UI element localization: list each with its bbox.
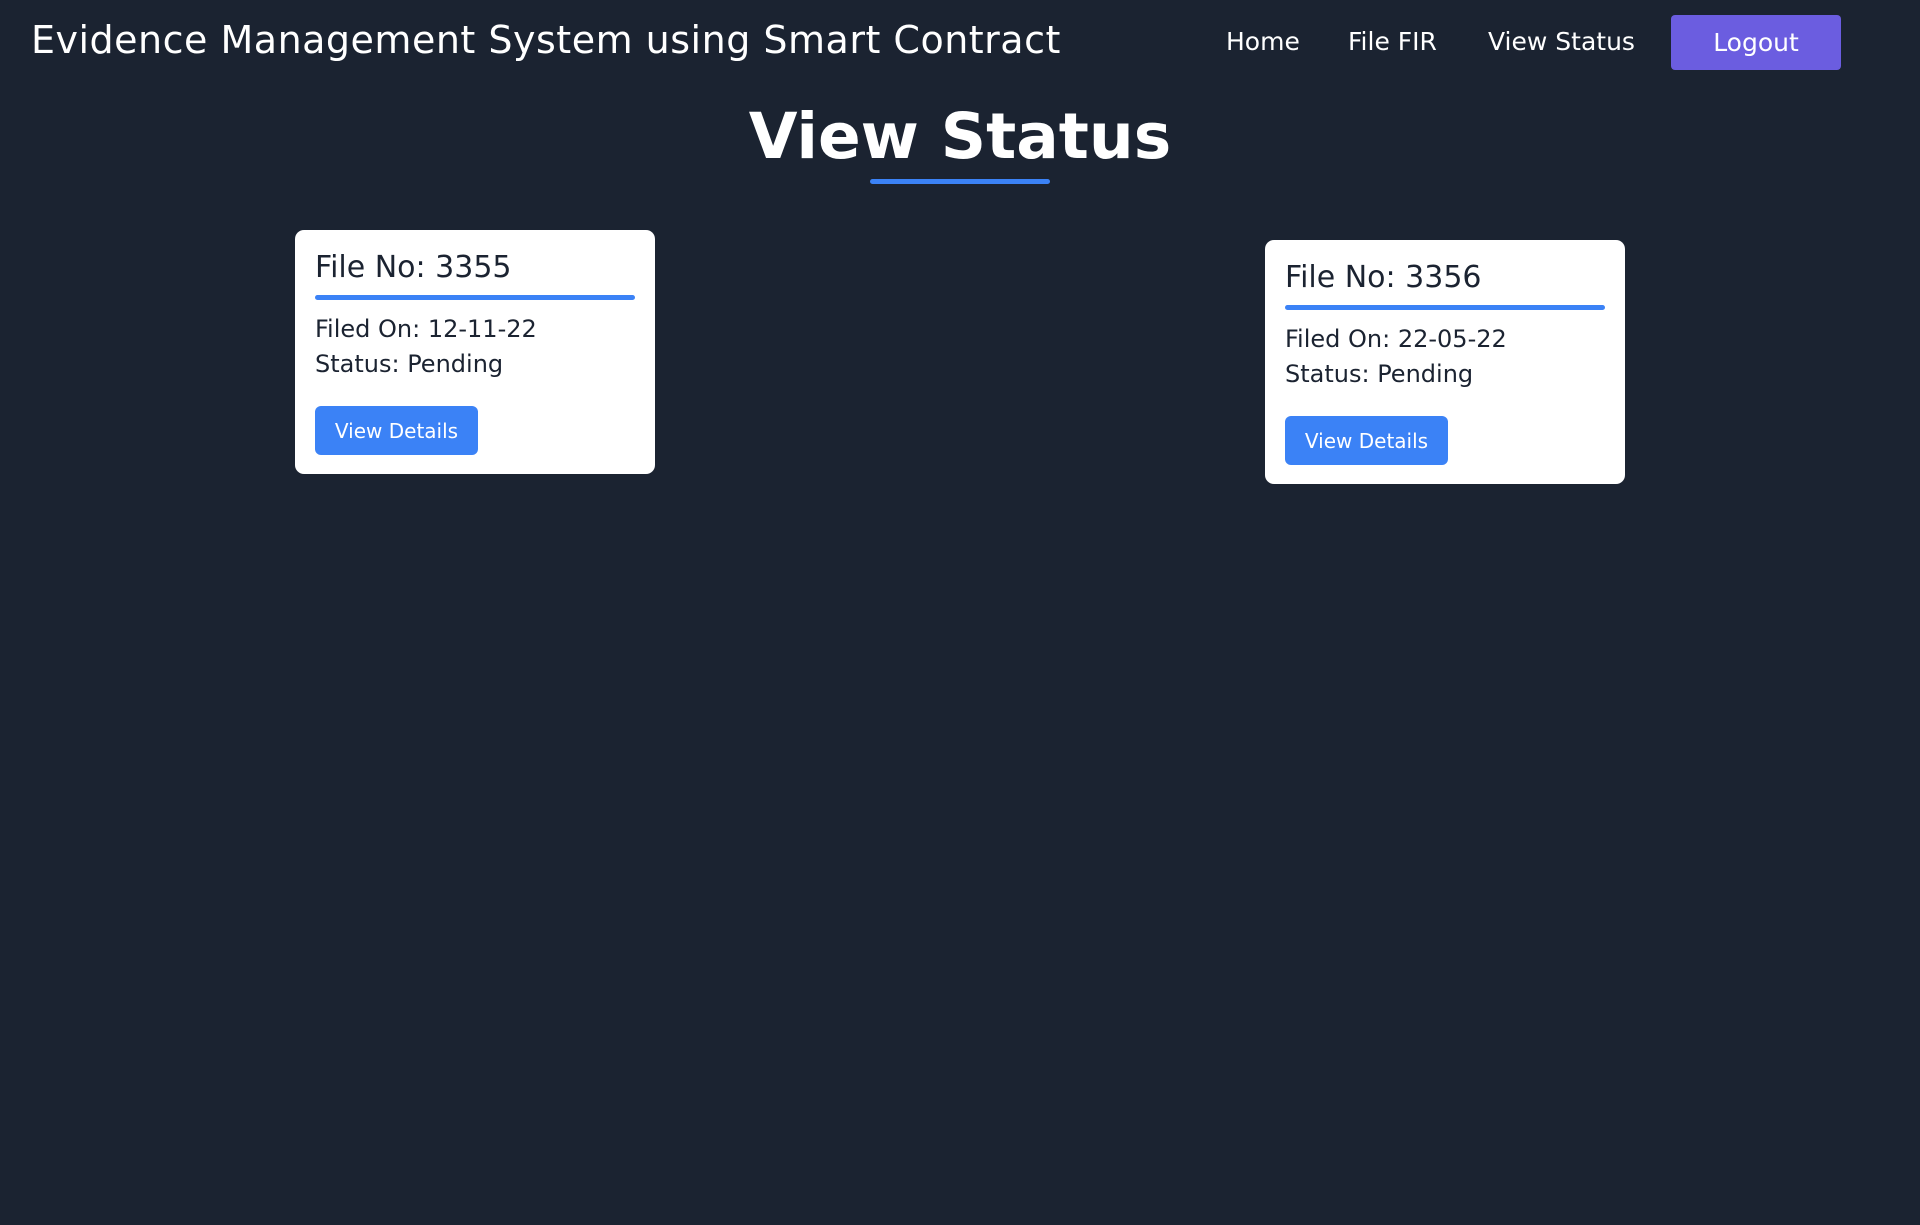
fir-card: File No: 3355 Filed On: 12-11-22 Status:… — [295, 230, 655, 474]
card-divider — [315, 295, 635, 300]
navbar: Evidence Management System using Smart C… — [0, 0, 1920, 88]
view-details-button[interactable]: View Details — [1285, 416, 1448, 465]
card-divider — [1285, 305, 1605, 310]
logout-button[interactable]: Logout — [1671, 15, 1841, 70]
nav-link-file-fir[interactable]: File FIR — [1348, 27, 1437, 56]
filed-on-date: Filed On: 22-05-22 — [1285, 325, 1507, 353]
fir-card: File No: 3356 Filed On: 22-05-22 Status:… — [1265, 240, 1625, 484]
file-number: File No: 3355 — [315, 250, 512, 285]
view-details-button[interactable]: View Details — [315, 406, 478, 455]
status-text: Status: Pending — [1285, 360, 1474, 388]
nav-link-view-status[interactable]: View Status — [1488, 27, 1635, 56]
title-underline — [870, 179, 1050, 184]
app-brand-title[interactable]: Evidence Management System using Smart C… — [31, 18, 1061, 62]
nav-link-home[interactable]: Home — [1226, 27, 1300, 56]
filed-on-date: Filed On: 12-11-22 — [315, 315, 537, 343]
status-text: Status: Pending — [315, 350, 504, 378]
page-title: View Status — [748, 100, 1172, 173]
file-number: File No: 3356 — [1285, 260, 1482, 295]
